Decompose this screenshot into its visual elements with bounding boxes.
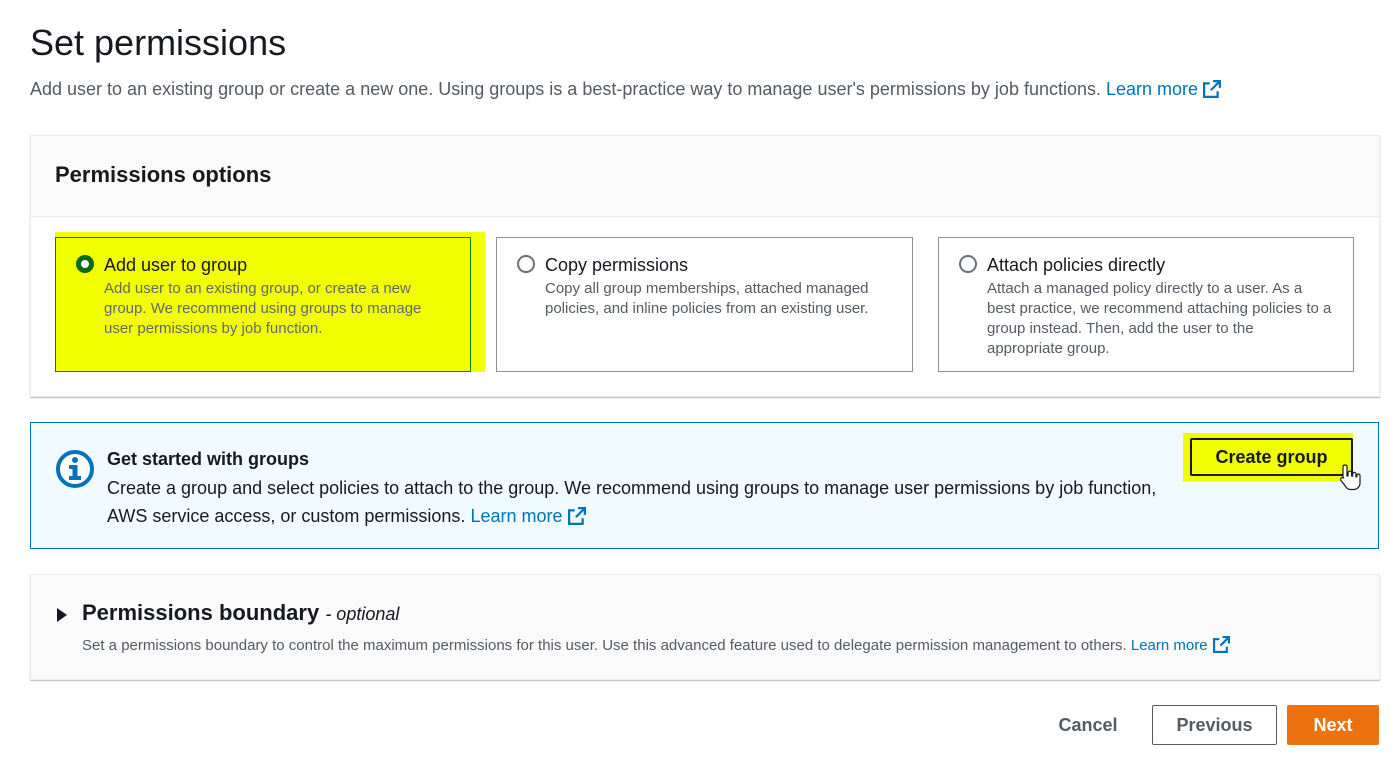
next-button[interactable]: Next [1287,705,1379,745]
option-title: Add user to group [104,255,248,275]
option-add-user-to-group[interactable]: Add user to group Add user to an existin… [55,237,471,372]
learn-more-label: Learn more [1106,79,1199,99]
boundary-optional-label: - optional [325,604,400,624]
groups-info-alert: Get started with groups Create a group a… [30,422,1379,549]
alert-learn-more-label: Learn more [470,506,563,526]
permissions-options-panel: Permissions options Add user to group Ad… [30,135,1380,397]
boundary-title[interactable]: Permissions boundary - optional [82,600,399,626]
alert-title: Get started with groups [107,449,310,469]
page-description-text: Add user to an existing group or create … [30,79,1101,99]
learn-more-link[interactable]: Learn more [1106,79,1222,99]
boundary-learn-more-link[interactable]: Learn more [1130,636,1230,654]
permissions-boundary-panel[interactable]: Permissions boundary - optional Set a pe… [30,574,1380,680]
permissions-options-heading: Permissions options [55,162,272,187]
alert-learn-more-link[interactable]: Learn more [470,506,586,526]
caret-right-icon[interactable] [57,608,67,622]
option-copy-permissions[interactable]: Copy permissions Copy all group membersh… [496,237,913,372]
page-title: Set permissions [30,22,287,63]
cancel-button[interactable]: Cancel [1040,705,1136,745]
external-link-icon [567,507,586,525]
option-description: Attach a managed policy directly to a us… [987,280,1332,357]
info-icon [56,450,94,488]
radio-attach-policies-directly[interactable] [959,255,977,273]
option-title: Attach policies directly [987,255,1166,275]
radio-add-user-to-group[interactable] [76,255,94,273]
permissions-options-header: Permissions options [31,136,1379,217]
previous-button[interactable]: Previous [1152,705,1277,745]
alert-body: Create a group and select policies to at… [107,474,1167,530]
boundary-title-text: Permissions boundary [82,600,320,625]
option-description: Add user to an existing group, or create… [104,280,422,337]
external-link-icon [1203,80,1222,98]
boundary-description-text: Set a permissions boundary to control th… [82,637,1127,654]
option-attach-policies-directly[interactable]: Attach policies directly Attach a manage… [938,237,1354,372]
radio-copy-permissions[interactable] [517,255,535,273]
option-description: Copy all group memberships, attached man… [545,280,869,317]
hand-pointer-icon [1340,464,1361,491]
external-link-icon [1212,636,1230,653]
alert-body-text: Create a group and select policies to at… [107,478,1157,526]
boundary-description: Set a permissions boundary to control th… [82,636,1230,654]
option-title: Copy permissions [545,255,689,275]
boundary-learn-more-label: Learn more [1130,637,1208,654]
page-description: Add user to an existing group or create … [30,79,1222,100]
create-group-button[interactable]: Create group [1190,438,1353,476]
